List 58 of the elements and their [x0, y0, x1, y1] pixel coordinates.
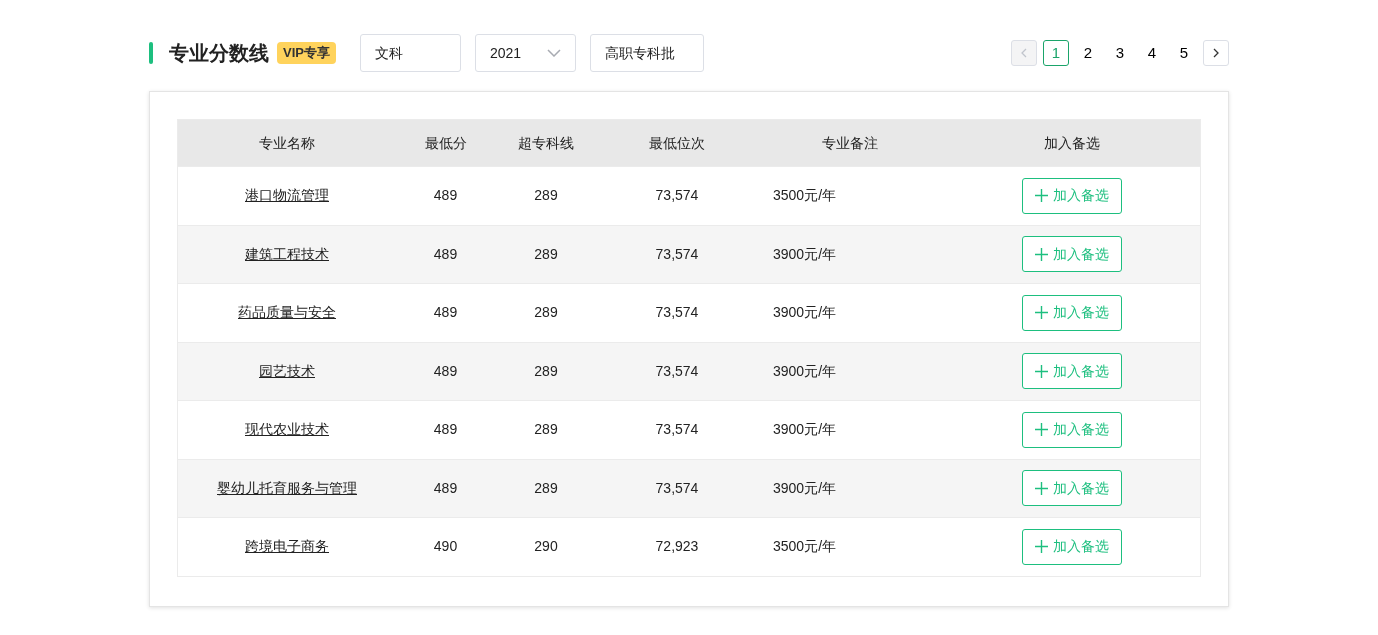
table-cell-text: 289 — [533, 478, 559, 498]
page-title: 专业分数线 — [169, 41, 269, 66]
column-header: 超专科线 — [517, 133, 575, 153]
table-cell-text: 73,574 — [654, 420, 700, 440]
column-header: 专业名称 — [258, 133, 316, 153]
table-cell-text: 489 — [432, 186, 459, 206]
title-accent-bar — [149, 42, 153, 64]
plus-icon — [1034, 247, 1048, 261]
table-cell: 3900元/年 — [773, 245, 837, 262]
column-header: 专业备注 — [821, 133, 879, 153]
table-cell-text: 289 — [533, 361, 559, 381]
column-header: 加入备选 — [1042, 133, 1101, 153]
table-cell: 3500元/年 — [773, 187, 837, 204]
table-cell-text: 489 — [432, 420, 459, 440]
table-cell: 3900元/年 — [773, 421, 837, 438]
year-select[interactable]: 2021 — [474, 34, 576, 72]
major-name-link[interactable]: 现代农业技术 — [245, 421, 329, 438]
plus-icon — [1034, 364, 1048, 378]
table-cell: 3900元/年 — [773, 304, 837, 321]
major-name-link[interactable]: 跨境电子商务 — [245, 538, 329, 555]
plus-icon — [1034, 481, 1048, 495]
table-cell-text: 489 — [432, 244, 459, 264]
filter-field[interactable]: 高职专科批 — [589, 34, 704, 72]
table-cell-text: 73,574 — [654, 244, 700, 264]
table-cell-text: 489 — [432, 361, 459, 381]
table-cell-text: 73,574 — [654, 478, 700, 498]
plus-icon — [1034, 423, 1048, 437]
table-cell: 3500元/年 — [773, 538, 837, 555]
column-header: 最低位次 — [648, 133, 706, 153]
plus-icon — [1034, 306, 1048, 320]
table-cell-text: 289 — [533, 186, 559, 206]
table-cell-text: 489 — [432, 478, 459, 498]
filter-field[interactable]: 文科 — [359, 34, 461, 72]
table-cell-text: 289 — [533, 244, 559, 264]
table-cell-text: 489 — [432, 303, 459, 323]
major-name-link[interactable]: 婴幼儿托育服务与管理 — [217, 479, 357, 496]
table-cell-text: 289 — [533, 420, 559, 440]
major-name-link[interactable]: 园艺技术 — [259, 362, 315, 379]
table-cell: 3900元/年 — [773, 362, 837, 379]
plus-icon — [1034, 540, 1048, 554]
chevron-down-icon — [546, 49, 561, 57]
table-cell-text: 72,923 — [654, 537, 700, 557]
major-name-link[interactable]: 港口物流管理 — [245, 187, 329, 204]
table-cell-text: 290 — [533, 537, 559, 557]
plus-icon — [1034, 189, 1048, 203]
chevron-right-icon — [1213, 48, 1219, 58]
next-page-button[interactable] — [1203, 40, 1229, 66]
major-name-link[interactable]: 建筑工程技术 — [245, 245, 329, 262]
table-cell-text: 289 — [533, 303, 559, 323]
column-header: 最低分 — [423, 133, 468, 153]
table-cell: 3900元/年 — [773, 479, 837, 496]
vip-badge: VIP专享 — [277, 42, 336, 64]
major-name-link[interactable]: 药品质量与安全 — [238, 304, 336, 321]
table-cell-text: 73,574 — [654, 303, 700, 323]
table-cell-text: 490 — [432, 537, 459, 557]
table-cell-text: 73,574 — [654, 361, 700, 381]
table-cell-text: 73,574 — [654, 186, 700, 206]
chevron-left-icon — [1021, 48, 1027, 58]
